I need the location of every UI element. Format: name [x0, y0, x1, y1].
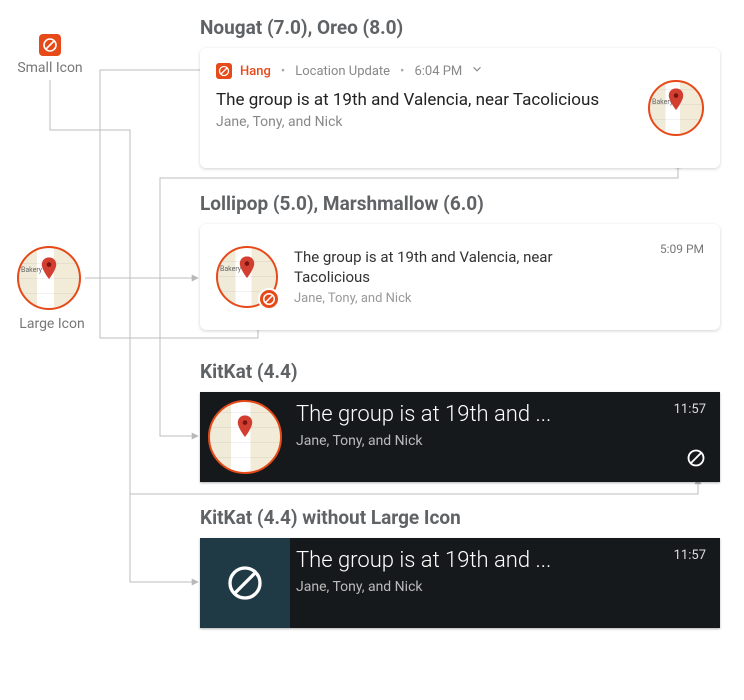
notification-time: 11:57	[660, 538, 720, 628]
notification-card-kitkat-no-large[interactable]: The group is at 19th and ... Jane, Tony,…	[200, 538, 720, 628]
notification-title: The group is at 19th and ...	[296, 402, 650, 427]
large-icon-label: Large Icon	[17, 316, 87, 332]
small-icon-label: Small Icon	[17, 60, 83, 76]
notification-time: 11:57	[674, 402, 706, 417]
app-name: Hang	[240, 64, 271, 79]
map-pin-icon	[238, 257, 256, 283]
section-heading-kitkat-no-large: KitKat (4.4) without Large Icon	[200, 506, 461, 529]
notification-title: The group is at 19th and Valencia, near …	[294, 248, 614, 287]
map-pin-icon	[667, 88, 685, 114]
app-circle-slash-icon	[225, 563, 265, 603]
notification-card-nougat-oreo[interactable]: Hang Location Update 6:04 PM The group i…	[200, 48, 720, 168]
separator-dot	[398, 64, 406, 79]
large-icon-map-avatar	[208, 400, 282, 474]
notification-subtitle: Jane, Tony, and Nick	[216, 114, 704, 130]
large-icon-map-avatar: Bakery	[648, 80, 704, 136]
small-icon-swatch	[39, 34, 61, 56]
notification-title: The group is at 19th and Valencia, near …	[216, 90, 616, 110]
section-heading-nougat-oreo: Nougat (7.0), Oreo (8.0)	[200, 16, 403, 39]
large-icon-swatch: Bakery	[17, 246, 81, 310]
notification-time: 5:09 PM	[660, 242, 704, 256]
map-pin-icon	[40, 258, 58, 284]
large-icon-wrap: Bakery	[216, 246, 278, 308]
notification-subtitle: Jane, Tony, and Nick	[296, 579, 654, 595]
separator-dot	[279, 64, 287, 79]
map-bakery-label: Bakery	[21, 266, 42, 274]
app-circle-slash-icon	[42, 37, 58, 53]
chevron-down-icon[interactable]	[470, 62, 484, 80]
notification-card-lollipop-marshmallow[interactable]: Bakery The group is at 19th and Valencia…	[200, 224, 720, 330]
notification-subtitle: Jane, Tony, and Nick	[296, 433, 650, 449]
map-pin-icon	[236, 416, 254, 442]
small-icon-block	[200, 538, 290, 628]
notification-card-kitkat[interactable]: The group is at 19th and ... Jane, Tony,…	[200, 392, 720, 482]
app-small-icon	[216, 63, 232, 79]
section-heading-kitkat: KitKat (4.4)	[200, 360, 298, 383]
section-heading-lollipop-marshmallow: Lollipop (5.0), Marshmallow (6.0)	[200, 192, 484, 215]
notification-category: Location Update	[295, 64, 390, 79]
small-icon	[686, 448, 706, 472]
notification-subtitle: Jane, Tony, and Nick	[294, 291, 644, 306]
notification-time: 6:04 PM	[414, 64, 462, 79]
small-icon-badge	[258, 288, 280, 310]
notification-title: The group is at 19th and ...	[296, 548, 654, 573]
